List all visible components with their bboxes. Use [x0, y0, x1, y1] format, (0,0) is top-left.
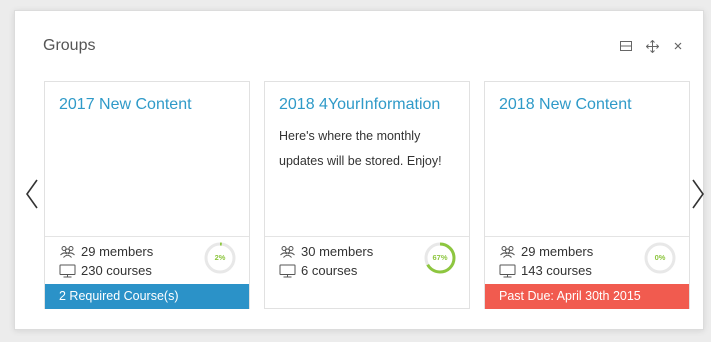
- close-icon[interactable]: [671, 39, 685, 53]
- progress-ring: 2%: [203, 241, 237, 275]
- courses-count: 143 courses: [521, 263, 592, 278]
- panel-title: Groups: [43, 37, 96, 54]
- card-footer: [265, 284, 469, 309]
- chevron-left-icon[interactable]: [24, 177, 40, 211]
- members-count: 29 members: [521, 244, 594, 259]
- members-count: 30 members: [301, 244, 374, 259]
- courses-count: 6 courses: [301, 263, 358, 278]
- members-icon: [59, 245, 76, 258]
- members-stat: 29 members: [59, 244, 153, 259]
- minimize-icon[interactable]: [619, 39, 633, 53]
- progress-percent: 2%: [214, 253, 226, 262]
- members-icon: [279, 245, 296, 258]
- members-stat: 29 members: [499, 244, 593, 259]
- card-divider: [485, 236, 689, 237]
- progress-percent: 67%: [432, 253, 448, 262]
- monitor-icon: [59, 264, 76, 278]
- group-title[interactable]: 2017 New Content: [59, 96, 192, 114]
- group-title[interactable]: 2018 4YourInformation: [279, 96, 440, 114]
- past-due-banner[interactable]: Past Due: April 30th 2015: [485, 284, 689, 309]
- progress-ring: 0%: [643, 241, 677, 275]
- members-stat: 30 members: [279, 244, 373, 259]
- courses-stat: 230 courses: [59, 263, 152, 278]
- progress-percent: 0%: [654, 253, 666, 262]
- courses-count: 230 courses: [81, 263, 152, 278]
- group-card[interactable]: 2018 New Content 29 members 143 courses …: [484, 81, 690, 309]
- members-icon: [499, 245, 516, 258]
- progress-ring: 67%: [423, 241, 457, 275]
- card-divider: [265, 236, 469, 237]
- groups-carousel: 2017 New Content 29 members 230 courses …: [43, 81, 691, 309]
- group-card[interactable]: 2018 4YourInformation Here's where the m…: [264, 81, 470, 309]
- group-title[interactable]: 2018 New Content: [499, 96, 632, 114]
- required-courses-banner[interactable]: 2 Required Course(s): [45, 284, 249, 309]
- move-icon[interactable]: [645, 39, 659, 53]
- courses-stat: 6 courses: [279, 263, 357, 278]
- monitor-icon: [279, 264, 296, 278]
- group-card[interactable]: 2017 New Content 29 members 230 courses …: [44, 81, 250, 309]
- monitor-icon: [499, 264, 516, 278]
- group-description: Here's where the monthly updates will be…: [279, 129, 442, 168]
- groups-panel: Groups 2017 New Content 29 members 230 c…: [14, 10, 704, 330]
- courses-stat: 143 courses: [499, 263, 592, 278]
- panel-controls: [619, 39, 685, 53]
- card-divider: [45, 236, 249, 237]
- members-count: 29 members: [81, 244, 154, 259]
- chevron-right-icon[interactable]: [690, 177, 706, 211]
